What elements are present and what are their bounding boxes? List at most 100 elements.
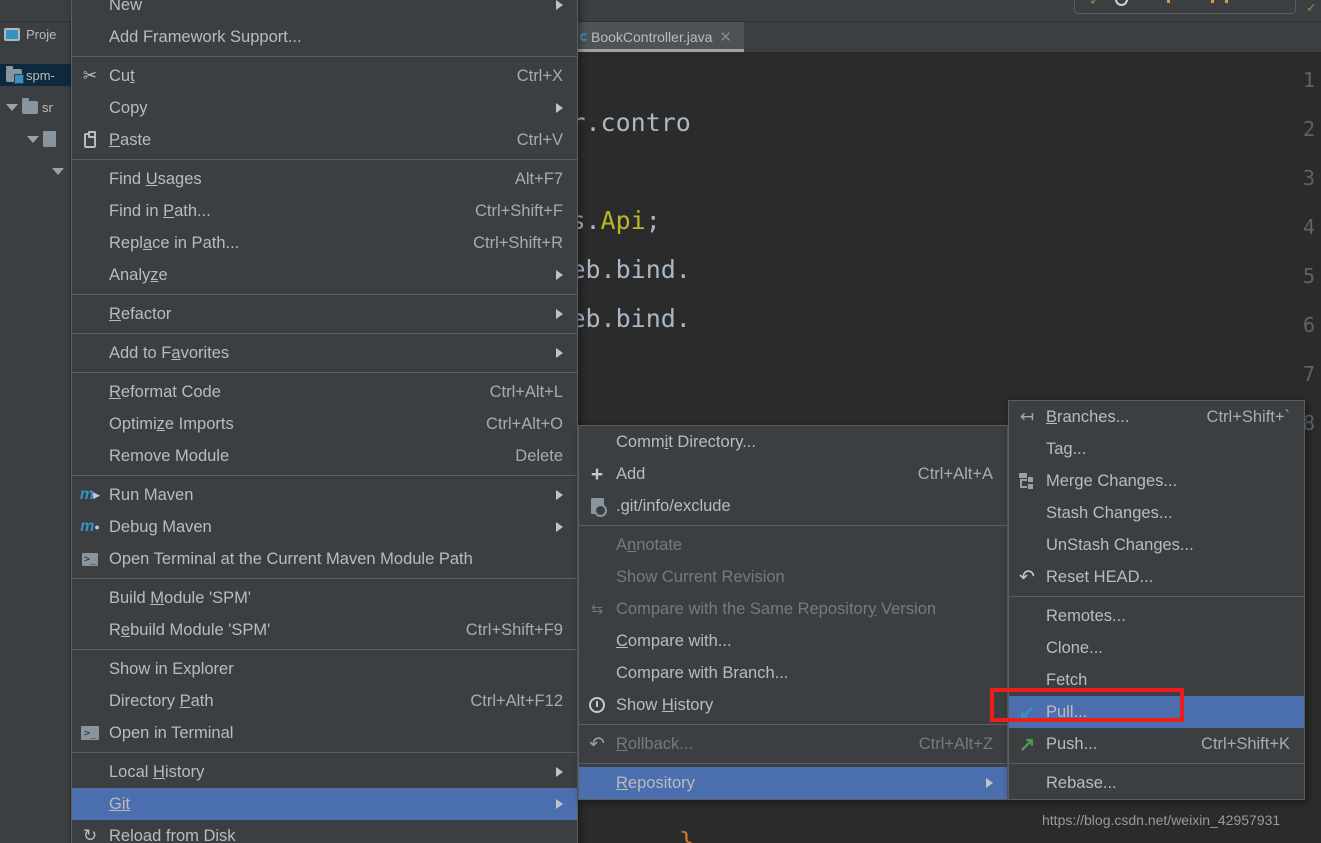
submenu-arrow-icon <box>556 348 563 358</box>
menu-item-new[interactable]: New <box>72 0 577 21</box>
menu-separator <box>72 333 577 334</box>
git-menu-item-compare-with-branch[interactable]: Compare with Branch... <box>579 657 1007 689</box>
menu-item-build-module[interactable]: Build Module 'SPM' <box>72 582 577 614</box>
git-menu-item-show-history[interactable]: Show History <box>579 689 1007 721</box>
menu-item-git[interactable]: Git <box>72 788 577 820</box>
tab-bookcontroller[interactable]: BookController.java ✕ <box>577 22 744 52</box>
sidebar-item-src[interactable]: sr <box>6 96 53 118</box>
git-menu-item-compare-same-repo-version: ⇆ Compare with the Same Repository Versi… <box>579 593 1007 625</box>
chevron-down-icon-2[interactable] <box>27 135 39 143</box>
menu-separator <box>72 159 577 160</box>
repo-menu-item-push[interactable]: ↗ Push... Ctrl+Shift+K <box>1009 728 1304 760</box>
menu-item-replace-in-path[interactable]: Replace in Path... Ctrl+Shift+R <box>72 227 577 259</box>
maven-run-icon: m ▶ <box>79 486 101 503</box>
repo-menu-item-unstash-changes[interactable]: UnStash Changes... <box>1009 529 1304 561</box>
submenu-arrow-icon <box>556 522 563 532</box>
project-sidebar: Proje spm- sr <box>0 22 71 843</box>
menu-item-add-framework-support[interactable]: Add Framework Support... <box>72 21 577 53</box>
menu-item-cut[interactable]: ✂ Cut Ctrl+X <box>72 60 577 92</box>
clipboard-icon <box>79 130 101 150</box>
undo-icon-on: ↶ <box>1019 566 1035 588</box>
repo-menu-item-fetch[interactable]: Fetch <box>1009 664 1304 696</box>
menu-item-analyze[interactable]: Analyze <box>72 259 577 291</box>
menu-label: Pull... <box>1046 702 1088 721</box>
menu-item-copy[interactable]: Copy <box>72 92 577 124</box>
menu-item-run-maven[interactable]: m ▶ Run Maven <box>72 479 577 511</box>
git-menu-item-commit-directory[interactable]: Commit Directory... <box>579 426 1007 458</box>
menu-item-reformat-code[interactable]: Reformat Code Ctrl+Alt+L <box>72 376 577 408</box>
sidebar-item-file[interactable] <box>27 128 56 150</box>
sidebar-item-spm[interactable]: spm- <box>0 64 71 86</box>
menu-item-find-usages[interactable]: Find Usages Alt+F7 <box>72 163 577 195</box>
repo-menu-item-tag[interactable]: Tag... <box>1009 433 1304 465</box>
menu-accel: Alt+F7 <box>514 169 563 188</box>
menu-item-open-terminal-maven[interactable]: >_ Open Terminal at the Current Maven Mo… <box>72 543 577 575</box>
undo-icon: ↶ <box>589 733 605 755</box>
menu-item-refactor[interactable]: Refactor <box>72 298 577 330</box>
menu-item-directory-path[interactable]: Directory Path Ctrl+Alt+F12 <box>72 685 577 717</box>
menu-accel: Ctrl+Alt+L <box>489 382 563 401</box>
watermark: https://blog.csdn.net/weixin_42957931 <box>1042 812 1281 828</box>
toolbar-widget[interactable]: ✓ <box>1074 0 1296 14</box>
repo-menu-item-reset-head[interactable]: ↶ Reset HEAD... <box>1009 561 1304 593</box>
menu-accel: Delete <box>515 446 563 465</box>
menu-label: Show History <box>616 695 714 714</box>
project-context-menu[interactable]: New Add Framework Support... ✂ Cut Ctrl+… <box>71 0 578 843</box>
menu-item-optimize-imports[interactable]: Optimize Imports Ctrl+Alt+O <box>72 408 577 440</box>
menu-separator <box>72 372 577 373</box>
git-menu-item-git-info-exclude[interactable]: .git/info/exclude <box>579 490 1007 522</box>
repo-menu-item-stash-changes[interactable]: Stash Changes... <box>1009 497 1304 529</box>
menu-item-show-in-explorer[interactable]: Show in Explorer <box>72 653 577 685</box>
menu-label: Commit Directory... <box>616 432 756 451</box>
menu-item-rebuild-module[interactable]: Rebuild Module 'SPM' Ctrl+Shift+F9 <box>72 614 577 646</box>
menu-label: Clone... <box>1046 638 1103 657</box>
menu-separator <box>1009 763 1304 764</box>
repo-menu-item-branches[interactable]: ↤ Branches... Ctrl+Shift+` <box>1009 401 1304 433</box>
git-menu-item-add[interactable]: + Add Ctrl+Alt+A <box>579 458 1007 490</box>
menu-item-add-to-favorites[interactable]: Add to Favorites <box>72 337 577 369</box>
menu-label: Reformat Code <box>109 382 221 401</box>
terminal-icon: >_ <box>79 723 101 743</box>
repository-submenu[interactable]: ↤ Branches... Ctrl+Shift+` Tag... Merge … <box>1008 400 1305 800</box>
menu-label: Add <box>616 464 646 483</box>
menu-accel: Ctrl+V <box>516 130 563 149</box>
compare-icon-dim: ⇆ <box>590 601 604 618</box>
git-menu-item-repository[interactable]: Repository <box>579 767 1007 799</box>
close-icon[interactable]: ✕ <box>719 30 732 45</box>
menu-item-open-in-terminal[interactable]: >_ Open in Terminal <box>72 717 577 749</box>
chevron-down-icon[interactable] <box>6 103 18 111</box>
menu-accel: Ctrl+Shift+F <box>474 201 563 220</box>
menu-accel: Ctrl+Shift+` <box>1206 407 1290 426</box>
sidebar-item-child[interactable] <box>52 160 64 182</box>
plus-icon: + <box>590 462 604 486</box>
repo-menu-item-pull[interactable]: ↙ Pull... <box>1009 696 1304 728</box>
submenu-arrow-icon <box>556 799 563 809</box>
menu-accel: Ctrl+X <box>516 66 563 85</box>
git-submenu[interactable]: Commit Directory... + Add Ctrl+Alt+A .gi… <box>578 425 1008 800</box>
tree-label-src: sr <box>42 99 53 115</box>
menu-item-local-history[interactable]: Local History <box>72 756 577 788</box>
menu-item-paste[interactable]: Paste Ctrl+V <box>72 124 577 156</box>
menu-accel: Ctrl+Alt+O <box>485 414 563 433</box>
project-label: Proje <box>26 26 57 42</box>
ide-window: ✓ ✓ Proje spm- sr BookController.java ✕ … <box>0 0 1321 843</box>
repo-menu-item-remotes[interactable]: Remotes... <box>1009 600 1304 632</box>
menu-item-remove-module[interactable]: Remove Module Delete <box>72 440 577 472</box>
menu-label: Refactor <box>109 304 172 323</box>
menu-label: Fetch <box>1046 670 1088 689</box>
menu-item-debug-maven[interactable]: m ● Debug Maven <box>72 511 577 543</box>
menu-label: Add to Favorites <box>109 343 230 362</box>
chevron-down-icon-3[interactable] <box>52 167 64 175</box>
menu-item-reload-from-disk[interactable]: ↻ Reload from Disk <box>72 820 577 843</box>
git-menu-item-compare-with[interactable]: Compare with... <box>579 625 1007 657</box>
check-icon: ✓ <box>1089 0 1101 8</box>
repo-menu-item-merge-changes[interactable]: Merge Changes... <box>1009 465 1304 497</box>
submenu-arrow-icon <box>556 767 563 777</box>
menu-item-find-in-path[interactable]: Find in Path... Ctrl+Shift+F <box>72 195 577 227</box>
repo-menu-item-clone[interactable]: Clone... <box>1009 632 1304 664</box>
gear-icon[interactable] <box>1115 0 1128 6</box>
repo-menu-item-rebase[interactable]: Rebase... <box>1009 767 1304 799</box>
folder-icon <box>22 97 38 114</box>
toolbar-marker-3 <box>1225 0 1228 3</box>
menu-label: Find in Path... <box>109 201 211 220</box>
